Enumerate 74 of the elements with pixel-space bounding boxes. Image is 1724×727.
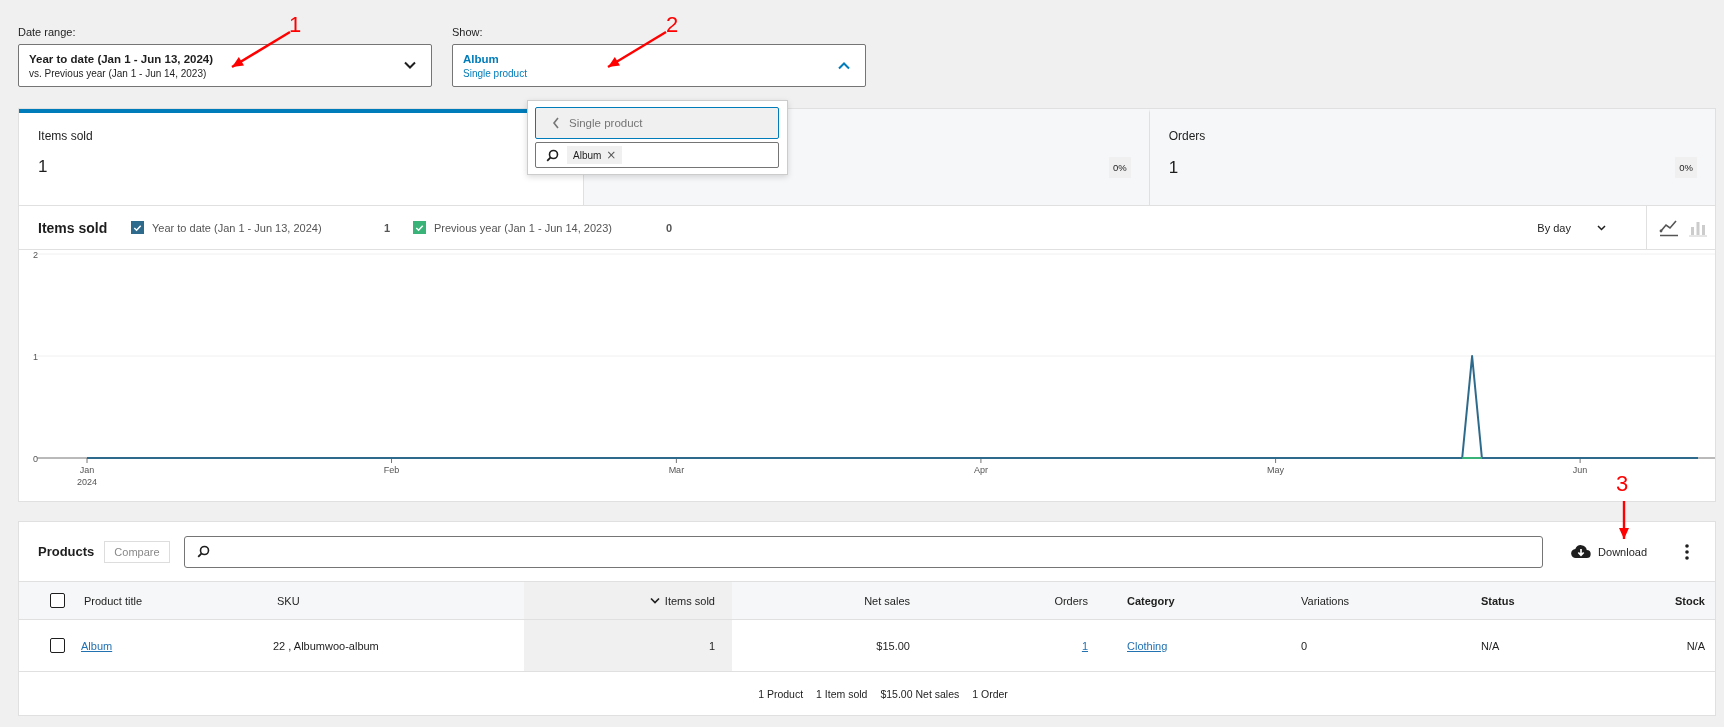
card-value: 1 [38, 157, 48, 177]
card-value: 1 [1168, 157, 1179, 178]
callout-number: 3 [1616, 471, 1629, 497]
chart-title: Items sold [38, 219, 109, 236]
back-button[interactable]: Single product [535, 107, 779, 139]
column-header: Stock [1674, 593, 1706, 609]
axis-label: 0 [33, 454, 38, 464]
table-cell: N/A [1481, 639, 1500, 652]
legend-label: Year to date (Jan 1 - Jun 13, 2024) [152, 221, 322, 234]
card-label: Items sold [38, 129, 93, 144]
legend-checkbox[interactable] [131, 221, 144, 234]
dropdown-select[interactable]: Album Single product [452, 44, 866, 87]
line-chart-button[interactable] [1659, 218, 1679, 237]
summary-stat: 1 Item sold [816, 687, 868, 700]
delta-badge: 0% [1675, 157, 1697, 178]
callout-number: 1 [289, 12, 302, 38]
table-link[interactable]: 1 [1081, 639, 1088, 652]
axis-label: Jun [1572, 465, 1588, 475]
table-cell: 0 [1301, 639, 1308, 652]
column-header[interactable]: Variations [1291, 582, 1471, 619]
remove-tag-button[interactable]: × [606, 149, 617, 161]
legend-total: 1 [383, 221, 390, 234]
table-cell: $15.00 [876, 639, 910, 652]
column-header[interactable]: Orders [919, 582, 1097, 619]
delta-badge: 0% [1108, 157, 1131, 178]
search-field[interactable]: Album × [535, 142, 779, 168]
column-header[interactable]: Items sold [524, 582, 732, 619]
table-link[interactable]: Album [81, 639, 113, 652]
axis-label: 2024 [77, 477, 97, 487]
callout-arrow [1617, 500, 1631, 540]
compare-button[interactable]: Compare [104, 540, 170, 563]
legend-checkbox[interactable] [413, 221, 426, 234]
legend-label: Previous year (Jan 1 - Jun 14, 2023) [434, 221, 612, 234]
summary-stat: $15.00 Net sales [880, 687, 960, 700]
column-header[interactable]: SKU [269, 582, 524, 619]
axis-label: May [1267, 465, 1285, 475]
table-cell: N/A [1686, 639, 1705, 652]
summary-card[interactable]: Orders 1 0% [1149, 109, 1715, 205]
download-button[interactable]: Download [1565, 543, 1653, 560]
axis-label: 1 [33, 352, 38, 362]
axis-label: Feb [383, 465, 400, 475]
search-icon [196, 545, 210, 558]
field-label: Show: [452, 26, 483, 38]
cloud-download-icon [1571, 544, 1592, 559]
table-link[interactable]: Clothing [1127, 639, 1168, 652]
column-header[interactable]: Product title [65, 582, 269, 619]
row-checkbox[interactable] [50, 638, 65, 653]
chevron-icon [1597, 224, 1606, 231]
summary-stat: 1 Order [972, 687, 1008, 700]
more-icon [1685, 543, 1689, 560]
axis-label: 2 [33, 250, 38, 260]
chevron-left-icon [552, 117, 560, 129]
chevron-icon [403, 61, 417, 70]
table-title: Products [38, 544, 95, 559]
axis-label: Jan [79, 465, 95, 475]
select-all-checkbox[interactable] [50, 593, 65, 608]
axis-label: Mar [668, 465, 685, 475]
column-header: Category [1126, 593, 1176, 609]
dropdown-select[interactable]: Year to date (Jan 1 - Jun 13, 2024) vs. Previous year (Jan 1 - Jun 14, 2023) [18, 44, 432, 87]
table-cell: 22 , Albumwoo-album [273, 639, 379, 652]
callout-number: 2 [666, 12, 679, 38]
field-label: Date range: [18, 26, 76, 38]
search-field[interactable] [183, 535, 1544, 568]
axis-label: Apr [973, 465, 988, 475]
summary-stat: 1 Product [758, 687, 804, 700]
column-header[interactable]: Net sales [732, 582, 919, 619]
card-label: Orders [1168, 129, 1206, 144]
search-icon [546, 148, 559, 162]
sort-chevron-icon [649, 597, 660, 604]
legend-total: 0 [665, 221, 672, 234]
interval-select[interactable]: By day [1531, 220, 1612, 235]
chevron-icon [837, 61, 851, 70]
column-header: Status [1480, 593, 1516, 609]
table-cell: 1 [708, 639, 715, 652]
